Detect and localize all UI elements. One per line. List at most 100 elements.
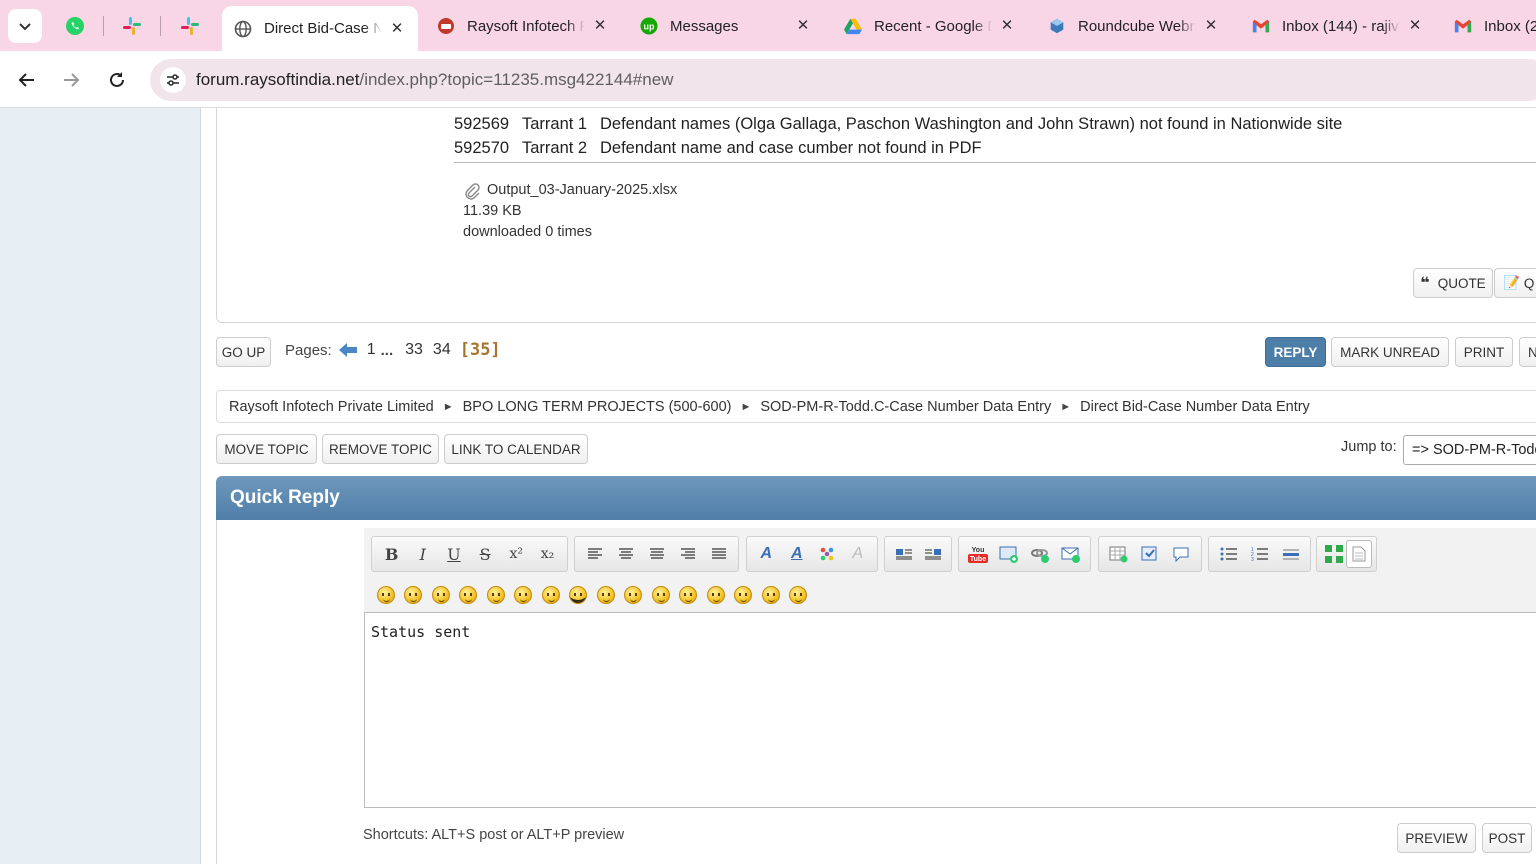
breadcrumb-item[interactable]: BPO LONG TERM PROJECTS (500-600) (463, 399, 732, 415)
lips-sealed-icon[interactable] (702, 584, 730, 606)
google-drive-icon (844, 17, 862, 35)
tongue-icon[interactable] (647, 584, 675, 606)
float-right-icon[interactable] (918, 540, 947, 568)
go-up-button[interactable]: GO UP (216, 337, 271, 367)
slack-icon (123, 17, 141, 35)
site-info-icon[interactable] (160, 67, 186, 93)
move-topic-label: MOVE TOPIC (224, 441, 309, 457)
subscript-button[interactable]: x₂ (532, 540, 563, 568)
insert-code-icon[interactable] (1134, 540, 1165, 568)
move-topic-button[interactable]: MOVE TOPIC (216, 434, 317, 464)
superscript-button[interactable]: x² (501, 540, 532, 568)
close-icon[interactable]: ✕ (794, 17, 812, 35)
wink-icon[interactable] (400, 584, 428, 606)
roll-eyes-icon[interactable] (620, 584, 648, 606)
angry-icon[interactable] (482, 584, 510, 606)
toggle-smileys-icon[interactable] (1321, 540, 1346, 568)
close-icon[interactable]: ✕ (388, 20, 406, 38)
print-button[interactable]: PRINT (1455, 337, 1513, 367)
reply-button[interactable]: REPLY (1265, 337, 1326, 367)
font-size-icon[interactable]: A (782, 540, 813, 568)
font-face-icon[interactable]: A (751, 540, 782, 568)
pinned-tab-slack-2[interactable] (170, 9, 210, 43)
bulleted-list-icon[interactable] (1213, 540, 1244, 568)
quick-quote-button[interactable]: 📝 Q (1494, 268, 1536, 298)
pinned-tab-slack-1[interactable] (112, 9, 152, 43)
tab-google-drive[interactable]: Recent - Google Drive ✕ (832, 6, 1028, 46)
reload-button[interactable] (100, 63, 134, 97)
color-palette-icon[interactable] (812, 540, 843, 568)
forward-button[interactable] (54, 63, 88, 97)
remove-topic-button[interactable]: REMOVE TOPIC (322, 434, 439, 464)
url-text[interactable]: forum.raysoftindia.net/index.php?topic=1… (196, 70, 673, 90)
quick-reply-header[interactable]: Quick Reply (216, 476, 1536, 520)
float-group (884, 536, 952, 572)
remove-format-icon[interactable]: A (843, 540, 874, 568)
insert-quote-icon[interactable] (1166, 540, 1197, 568)
numbered-list-icon[interactable]: 123 (1244, 540, 1275, 568)
close-icon[interactable]: ✕ (591, 17, 609, 35)
float-left-icon[interactable] (889, 540, 918, 568)
insert-image-icon[interactable] (994, 540, 1025, 568)
attachment-link[interactable]: Output_03-January-2025.xlsx (487, 180, 677, 201)
justify-icon[interactable] (703, 540, 734, 568)
breadcrumb-item[interactable]: Raysoft Infotech Private Limited (229, 399, 434, 415)
strikethrough-button[interactable]: S (470, 540, 501, 568)
cheesy-icon[interactable] (427, 584, 455, 606)
undecided-icon[interactable] (730, 584, 758, 606)
tab-direct-bid[interactable]: Direct Bid-Case Number Data Entry ✕ (222, 6, 418, 51)
cry-icon[interactable] (785, 584, 813, 606)
breadcrumb-item[interactable]: SOD-PM-R-Todd.C-Case Number Data Entry (760, 399, 1051, 415)
align-left-icon[interactable] (579, 540, 610, 568)
page-link-33[interactable]: 33 (405, 341, 423, 359)
horizontal-rule-icon[interactable] (1275, 540, 1306, 568)
align-center-icon[interactable] (610, 540, 641, 568)
tab-messages[interactable]: up Messages ✕ (628, 6, 824, 46)
tab-title: Inbox (144) - rajiv (1282, 17, 1399, 35)
post-button[interactable]: POST (1482, 823, 1532, 853)
shocked-icon[interactable] (537, 584, 565, 606)
notify-button[interactable]: N (1519, 337, 1536, 367)
source-mode-icon[interactable] (1346, 540, 1372, 568)
tab-gmail-1[interactable]: Inbox (144) - rajiv ✕ (1240, 6, 1436, 46)
block-group (1098, 536, 1202, 572)
message-textarea[interactable]: Status sent (364, 612, 1536, 808)
link-to-calendar-button[interactable]: LINK TO CALENDAR (444, 434, 588, 464)
list-group: 123 (1208, 536, 1311, 572)
address-bar[interactable]: forum.raysoftindia.net/index.php?topic=1… (150, 59, 1536, 101)
insert-table-icon[interactable] (1103, 540, 1134, 568)
smiley-icon[interactable] (372, 584, 400, 606)
tab-raysoft[interactable]: Raysoft Infotech Private Limited ✕ (425, 6, 621, 46)
insert-email-icon[interactable] (1055, 540, 1086, 568)
quote-button[interactable]: ❝ QUOTE (1413, 268, 1493, 298)
youtube-icon[interactable]: You Tube (963, 540, 994, 568)
previous-page-icon[interactable] (338, 342, 358, 358)
jump-to-select[interactable]: => SOD-PM-R-Todd.C-Case Number Data Entr… (1403, 435, 1536, 465)
sad-icon[interactable] (510, 584, 538, 606)
back-button[interactable] (10, 63, 44, 97)
preview-button[interactable]: PREVIEW (1397, 823, 1476, 853)
kiss-icon[interactable] (757, 584, 785, 606)
align-right-icon[interactable] (672, 540, 703, 568)
pinned-tab-whatsapp[interactable] (55, 9, 95, 43)
mark-unread-button[interactable]: MARK UNREAD (1331, 337, 1449, 367)
huh-icon[interactable] (592, 584, 620, 606)
align-justify-center-icon[interactable] (641, 540, 672, 568)
align-group (574, 536, 739, 572)
tab-roundcube[interactable]: Roundcube Webmail ✕ (1036, 6, 1232, 46)
bold-button[interactable]: B (376, 540, 407, 568)
grin-icon[interactable] (455, 584, 483, 606)
close-icon[interactable]: ✕ (1406, 17, 1424, 35)
page-link-1[interactable]: 1 (367, 341, 376, 359)
embarrassed-icon[interactable] (675, 584, 703, 606)
tab-gmail-2[interactable]: Inbox (2 (1442, 6, 1536, 46)
insert-link-icon[interactable] (1025, 540, 1056, 568)
italic-button[interactable]: I (407, 540, 438, 568)
cool-icon[interactable] (565, 584, 593, 606)
tab-search-button[interactable] (8, 9, 42, 43)
close-icon[interactable]: ✕ (998, 17, 1016, 35)
page-link-34[interactable]: 34 (433, 341, 451, 359)
breadcrumb-item[interactable]: Direct Bid-Case Number Data Entry (1080, 399, 1310, 415)
underline-button[interactable]: U (438, 540, 469, 568)
close-icon[interactable]: ✕ (1202, 17, 1220, 35)
